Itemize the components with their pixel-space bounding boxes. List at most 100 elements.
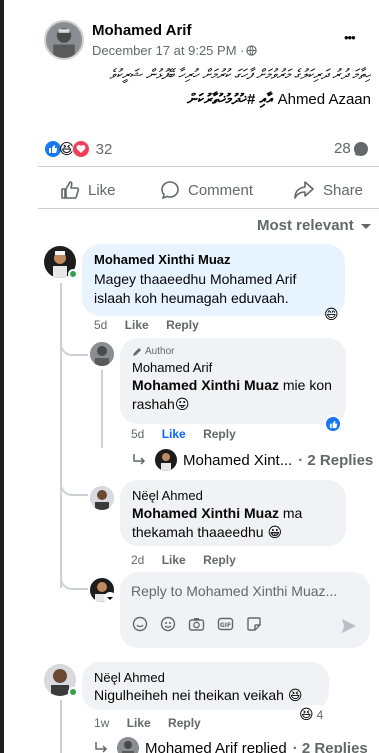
reply-bubble[interactable]: Author Mohamed Arif Mohamed Xinthi Muaz … (120, 338, 346, 424)
like-reaction-badge[interactable] (324, 415, 342, 433)
post-timestamp-text: December 17 at 9:25 PM · (92, 43, 245, 58)
post-author-avatar[interactable] (44, 20, 84, 60)
reply2-text: Mohamed Xinthi Muaz ma thekamah thaaeedh… (132, 504, 334, 542)
reply-reply-button[interactable]: Reply (203, 427, 236, 441)
comment-button[interactable]: Comment (160, 172, 253, 208)
comment-button-label: Comment (188, 181, 254, 199)
comment-like-button[interactable]: Like (125, 318, 149, 332)
comment2-reply-button[interactable]: Reply (168, 716, 201, 730)
comment-meta: 5d Like Reply (94, 318, 213, 332)
share-icon (294, 181, 314, 199)
share-button[interactable]: Share (293, 172, 363, 208)
camera-icon[interactable] (188, 616, 205, 632)
composer-input[interactable]: Reply to Mohamed Xinthi Muaz... (131, 583, 337, 599)
subthread-count: · 2 Replies (298, 451, 374, 469)
post-text-mention[interactable]: Ahmed Azaan (278, 91, 371, 108)
sort-label: Most relevant (257, 217, 354, 234)
comment2-time[interactable]: 1w (94, 716, 109, 730)
reply2-like-button[interactable]: Like (162, 553, 186, 567)
reply-composer[interactable]: Reply to Mohamed Xinthi Muaz... GIF (120, 572, 370, 648)
sort-dropdown[interactable]: Most relevant (257, 217, 372, 234)
more-options-icon[interactable]: ••• (344, 30, 356, 45)
reply2-mention[interactable]: Mohamed Xinthi Muaz (132, 505, 279, 521)
reply-time[interactable]: 5d (131, 427, 144, 441)
reply2-avatar[interactable] (90, 486, 114, 510)
view-replies-link[interactable]: Mohamed Xint... · 2 Replies (133, 449, 373, 471)
comment-count-value: 28 (334, 140, 351, 157)
reply-mention[interactable]: Mohamed Xinthi Muaz (132, 377, 279, 393)
pencil-icon (133, 347, 141, 356)
emoji-icon[interactable] (160, 616, 176, 632)
comment2-text-body: Nigulheiheh nei theikan veikah (94, 687, 284, 703)
comment2-reaction-count: 4 (316, 707, 324, 722)
online-indicator-2 (68, 687, 78, 697)
reaction-count: 32 (95, 140, 113, 158)
comment-bubble[interactable]: Mohamed Xinthi Muaz Magey thaaeedhu Moha… (82, 244, 345, 316)
comment2-reactions[interactable]: 😆 4 (296, 705, 327, 724)
reply-arrow-icon (133, 454, 146, 465)
comment2-meta: 1w Like Reply (94, 716, 215, 730)
thread-curve-3 (60, 570, 88, 590)
reply2-bubble[interactable]: Nëęl Ahmed Mohamed Xinthi Muaz ma thekam… (120, 480, 346, 546)
thread-curve-2 (60, 476, 88, 496)
love-reaction-icon (71, 140, 90, 158)
author-badge: Author (132, 346, 334, 357)
thread-curve (60, 336, 88, 356)
post-text-line2: އާއި #ޚުދުމުޚުތާރުކަން Ahmed Azaan (150, 91, 371, 108)
subthread2-name: Mohamed Arif replied (145, 739, 287, 753)
comment-bubble-icon (353, 141, 368, 156)
thumbs-up-icon (61, 181, 80, 199)
window-edge (0, 0, 4, 753)
reply2-time[interactable]: 2d (131, 553, 144, 567)
post-timestamp[interactable]: December 17 at 9:25 PM · (92, 43, 258, 58)
reply-meta: 5d Like Reply (131, 427, 250, 441)
subthread-name: Mohamed Xint... (183, 451, 293, 469)
globe-icon (246, 45, 258, 56)
subthread2-count: · 2 Replies (292, 739, 368, 753)
reply2-text-b: thekamah thaaeedhu (132, 524, 264, 540)
comment2-like-button[interactable]: Like (127, 716, 151, 730)
reply2-meta: 2d Like Reply (131, 553, 250, 567)
divider-bottom (38, 208, 379, 209)
composer-chevron-icon[interactable] (104, 592, 116, 604)
reply2-author[interactable]: Nëęl Ahmed (132, 488, 334, 503)
author-badge-label: Author (145, 346, 175, 357)
chevron-down-icon (360, 223, 371, 229)
divider-top (38, 166, 379, 167)
comment-text: Magey thaaeedhu Mohamed Arif islaah koh … (94, 271, 297, 306)
reply-author-avatar[interactable] (90, 342, 114, 366)
like-button-label: Like (88, 181, 116, 199)
comment-time[interactable]: 5d (94, 318, 107, 332)
online-indicator (68, 269, 78, 279)
grin-emoji: 😀 (267, 524, 283, 540)
comment-reply-button[interactable]: Reply (166, 318, 199, 332)
send-icon[interactable] (340, 617, 358, 635)
reply-author[interactable]: Mohamed Arif (132, 360, 334, 375)
comment-count[interactable]: 28 (334, 140, 369, 157)
like-button[interactable]: Like (60, 172, 116, 208)
comment-icon (161, 181, 179, 200)
reply-arrow-icon-2 (95, 742, 108, 753)
gif-icon[interactable]: GIF (217, 616, 234, 632)
comment2-reaction-icon: 😆 (299, 706, 314, 722)
avatar-sticker-icon[interactable] (132, 616, 148, 632)
reply-like-button[interactable]: Like (162, 427, 186, 441)
reply-text: Mohamed Xinthi Muaz mie kon rashah😛 (132, 376, 334, 414)
subthread2-avatar (117, 737, 139, 753)
comment2-author[interactable]: Nëęl Ahmed (94, 670, 317, 685)
thread-line-main (60, 283, 62, 588)
svg-text:GIF: GIF (220, 622, 231, 629)
share-button-label: Share (323, 181, 364, 199)
reply2-reply-button[interactable]: Reply (203, 553, 236, 567)
comment2-bubble[interactable]: Nëęl Ahmed Nigulheiheh nei theikan veika… (82, 662, 329, 710)
view-replies-link-2[interactable]: Mohamed Arif replied · 2 Replies (95, 737, 368, 753)
thread-line-comment2 (60, 700, 62, 753)
sticker-icon[interactable] (246, 616, 262, 632)
reactions-summary[interactable]: 😆 32 (44, 140, 112, 158)
reply2-text-a: ma (279, 505, 303, 521)
thread-line-reply1 (101, 370, 103, 448)
comment-author[interactable]: Mohamed Xinthi Muaz (94, 252, 333, 267)
comment-reaction-icon[interactable]: 😄 (324, 306, 339, 323)
post-text-dhivehi-tag[interactable]: އާއި #ޚުދުމުޚުތާރުކަން (187, 91, 274, 108)
post-author-name[interactable]: Mohamed Arif (92, 22, 191, 39)
